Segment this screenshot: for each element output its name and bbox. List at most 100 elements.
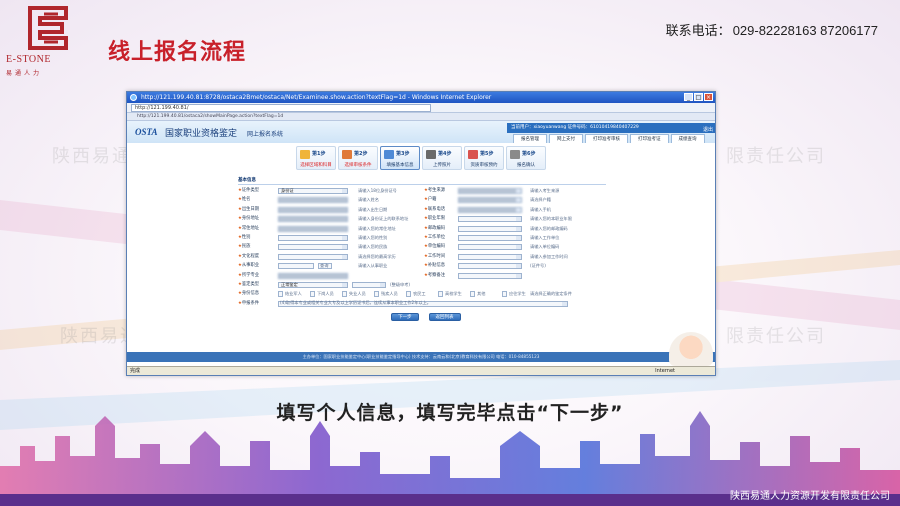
browser-window: http://121.199.40.81:8728/ostaca2Bmet/os…: [126, 91, 716, 376]
step-number: 第5步: [480, 151, 494, 157]
watermark-text: 陕西易通: [52, 146, 132, 167]
apply-condition-value: (4)取得本专业或相关专业大专及以上学历证书后，连续从事本职业工作2年以上。: [280, 299, 431, 305]
field-hint: 请选择户籍: [530, 197, 551, 203]
status-text: 完成: [130, 368, 141, 374]
folder-icon: [300, 150, 310, 159]
close-icon[interactable]: ×: [704, 93, 713, 101]
baby-photo-image: [669, 332, 713, 366]
slide-caption: 填写个人信息，填写完毕点击“下一步”: [276, 402, 624, 424]
maximize-icon[interactable]: □: [694, 93, 703, 101]
nav-print-review[interactable]: 打印准考审核: [585, 134, 628, 143]
identity-option-label: 农民工: [413, 291, 426, 297]
form-row: ★鉴定类型 正常鉴定 (整级申考): [238, 281, 606, 289]
nav-print-ticket[interactable]: 打印准考证: [630, 134, 669, 143]
field-hint: 请输入参加工作时间: [530, 253, 568, 259]
input-field[interactable]: [278, 225, 348, 232]
field-value: 正常鉴定: [281, 282, 298, 287]
field-label: ★工作单位: [424, 234, 445, 242]
field-label-text: 文化程度: [241, 253, 260, 259]
field-label: ★考生来源: [424, 187, 445, 195]
nav-payment[interactable]: 网上支付: [549, 134, 583, 143]
next-step-button[interactable]: 下一步: [391, 313, 419, 321]
form-row: ★常住地址 请输入您的常住地址 ★邮政编码 请输入您的邮政编码: [238, 225, 606, 233]
basic-info-form: 基本信息 ★证件类型 身份证 请输入18位身份证号 ★考生来源 请输入考生来源 ★姓名 请输…: [238, 177, 606, 327]
field-label: ★常住地址: [238, 225, 259, 233]
minimize-icon[interactable]: _: [684, 93, 693, 101]
field-label-text: 邮政编码: [427, 225, 446, 231]
phone-numbers: 029-82228163 87206177: [732, 23, 878, 38]
input-field[interactable]: [278, 206, 348, 213]
input-field[interactable]: [458, 206, 522, 213]
step-5[interactable]: 第5步 资质审核预约: [464, 146, 504, 170]
field-label-text: 申报条件: [241, 300, 260, 306]
form-row: ★申报条件 (4)取得本专业或相关专业大专及以上学历证书后，连续从事本职业工作2年…: [238, 291, 606, 308]
identity-checkbox[interactable]: [502, 291, 507, 298]
field-hint: 请输入您的邮政编码: [530, 225, 568, 231]
site-footer: 主办单位：国家职业技能鉴定中心(职业技能鉴定指导中心) 技术支持：云南云和(北京…: [127, 352, 715, 362]
check-icon: [342, 150, 352, 159]
browser-tab[interactable]: http://121.199.40.81/ostaca2/showMainPag…: [127, 113, 715, 121]
step-2[interactable]: 第2步 选择审核条件: [338, 146, 378, 170]
browser-title-bar: http://121.199.40.81:8728/ostaca2Bmet/os…: [127, 92, 715, 103]
field-label-text: 证件类型: [241, 188, 260, 193]
input-field[interactable]: [458, 253, 522, 260]
id-query-label: 查询: [320, 263, 329, 269]
nav-scores[interactable]: 成绩查询: [670, 134, 705, 143]
field-label-text: 工作时间: [427, 253, 446, 259]
field-label: ★补贴信息: [424, 262, 445, 270]
field-label: ★工作时间: [424, 253, 445, 261]
field-hint: 请输入姓名: [358, 197, 379, 203]
step-4[interactable]: 第4步 上传照片: [422, 146, 462, 170]
input-field[interactable]: [278, 244, 348, 251]
input-field[interactable]: [458, 235, 522, 241]
input-field[interactable]: [458, 188, 522, 194]
user-info: 当前用户：xiaoyuanwang 证件号码：61010419840407229: [511, 125, 639, 130]
identity-checkbox[interactable]: [342, 291, 347, 298]
osta-logo: OSTA: [135, 127, 158, 137]
field-label: ★身份地址: [238, 215, 259, 223]
step-label: 填报基本信息: [386, 163, 414, 168]
step-number: 第6步: [522, 151, 536, 157]
field-hint: 请输入手机: [530, 206, 551, 212]
browser-status-bar: 完成 Internet: [127, 366, 715, 375]
back-to-list-button[interactable]: 返回列表: [428, 313, 461, 321]
input-field[interactable]: [278, 253, 348, 260]
identity-checkbox[interactable]: [278, 291, 283, 298]
form-row: ★身份地址 请输入身份证上的联系地址 ★职业年限 请输入您的本职业年限: [238, 215, 606, 223]
step-number: 第1步: [312, 151, 326, 157]
identity-option-label: 其他: [477, 291, 486, 297]
input-field[interactable]: [458, 197, 522, 204]
input-field[interactable]: [458, 263, 522, 270]
nav-registration[interactable]: 报名管理: [513, 134, 547, 143]
input-field[interactable]: [458, 216, 522, 223]
exit-link[interactable]: 退出: [703, 125, 713, 133]
input-field[interactable]: [278, 216, 348, 223]
field-hint: 请输入您的民族: [358, 244, 388, 250]
level-select[interactable]: [352, 282, 386, 288]
input-field[interactable]: [458, 272, 522, 279]
address-input[interactable]: http://121.199.40.81/: [131, 103, 431, 112]
step-1[interactable]: 第1步 选择区域和科目: [296, 146, 336, 170]
input-field[interactable]: [278, 272, 348, 279]
identity-checkbox[interactable]: [310, 291, 315, 298]
field-hint: 请输入单位编码: [530, 244, 560, 250]
identity-checkbox[interactable]: [470, 291, 475, 298]
identity-checkbox[interactable]: [374, 291, 379, 298]
input-field[interactable]: [458, 244, 522, 251]
identity-checkbox[interactable]: [438, 291, 443, 298]
input-field[interactable]: [278, 197, 348, 204]
field-hint: 请选择您的最高学历: [358, 253, 396, 259]
input-field[interactable]: [278, 263, 314, 270]
step-6[interactable]: 第6步 报名确认: [506, 146, 546, 170]
field-label-text: 补贴信息: [427, 263, 446, 269]
input-field[interactable]: [278, 235, 348, 241]
step-3[interactable]: 第3步 填报基本信息: [380, 146, 420, 170]
input-field[interactable]: [458, 225, 522, 232]
field-label: ★身份信息: [238, 290, 259, 298]
logo-name: E-STONE: [6, 54, 51, 65]
address-bar: http://121.199.40.81/: [127, 103, 715, 113]
field-value: 身份证: [281, 188, 294, 193]
site-title: 国家职业资格鉴定: [165, 129, 238, 139]
field-label-text: 鉴定类型: [241, 282, 260, 287]
identity-checkbox[interactable]: [406, 291, 411, 298]
